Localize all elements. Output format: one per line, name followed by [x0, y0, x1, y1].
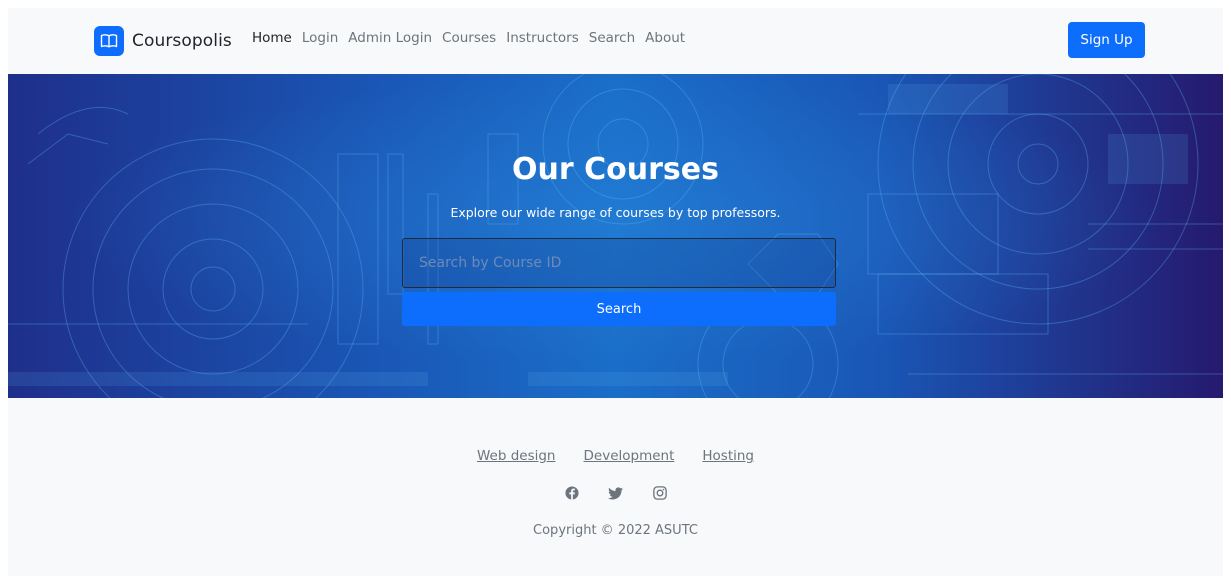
nav-link-courses[interactable]: Courses: [442, 30, 496, 46]
hero-background-image: [8, 74, 1223, 398]
nav-link-instructors[interactable]: Instructors: [506, 30, 579, 46]
nav-links: Home Login Admin Login Courses Instructo…: [252, 30, 695, 46]
twitter-icon[interactable]: [608, 485, 624, 501]
instagram-icon[interactable]: [652, 485, 668, 501]
sign-up-button[interactable]: Sign Up: [1068, 22, 1145, 58]
page-title: Our Courses: [512, 152, 719, 187]
search-button[interactable]: Search: [402, 292, 836, 326]
nav-link-search[interactable]: Search: [589, 30, 635, 46]
footer-link-web-design[interactable]: Web design: [477, 448, 556, 464]
page-subtitle: Explore our wide range of courses by top…: [450, 205, 781, 220]
copyright-text: Copyright © 2022 ASUTC: [533, 523, 698, 538]
book-icon: [94, 26, 124, 56]
footer-link-hosting[interactable]: Hosting: [702, 448, 754, 464]
nav-link-about[interactable]: About: [645, 30, 685, 46]
brand-link[interactable]: Coursopolis: [94, 26, 232, 56]
facebook-icon[interactable]: [564, 485, 580, 501]
page: Coursopolis Home Login Admin Login Cours…: [8, 8, 1223, 576]
social-links: [8, 485, 1223, 501]
nav-link-admin-login[interactable]: Admin Login: [348, 30, 432, 46]
course-id-search-input[interactable]: [402, 238, 836, 288]
nav-link-login[interactable]: Login: [302, 30, 338, 46]
footer-links: Web design Development Hosting: [8, 448, 1223, 464]
hero-banner: Our Courses Explore our wide range of co…: [8, 74, 1223, 398]
nav-link-home[interactable]: Home: [252, 30, 292, 46]
footer-link-development[interactable]: Development: [584, 448, 675, 464]
brand-name: Coursopolis: [132, 31, 232, 51]
navbar: Coursopolis Home Login Admin Login Cours…: [8, 8, 1223, 74]
